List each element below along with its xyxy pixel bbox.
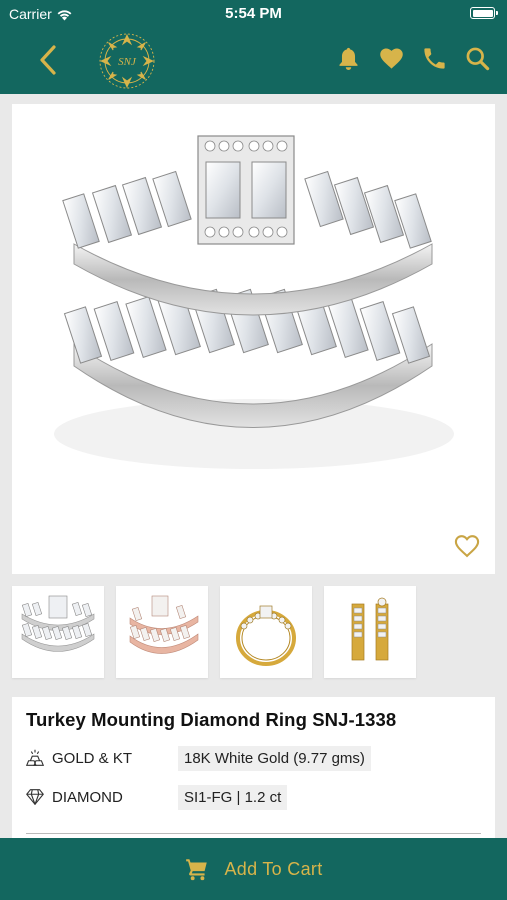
spec-label: DIAMOND [52,788,123,806]
nav-bar: SNJ [0,28,507,94]
diamond-icon [26,789,44,805]
status-bar: Carrier 5:54 PM [0,0,507,28]
status-time: 5:54 PM [225,5,282,22]
thumbnail-strip [12,586,416,678]
diamond-ring-set-image [54,135,454,469]
yellow-gold-band-thumb-image [351,597,389,661]
yellow-gold-ring-thumb-image [236,605,296,666]
thumbnail-yellow-gold-ring[interactable] [220,586,312,678]
thumbnail-yellow-gold-band-pair[interactable] [324,586,416,678]
product-title: Turkey Mounting Diamond Ring SNJ-1338 [26,709,397,730]
search-icon[interactable] [464,45,491,72]
top-bar: Carrier 5:54 PM SNJ [0,0,507,94]
divider [26,833,481,834]
add-to-cart-button[interactable]: Add To Cart [0,838,507,900]
gold-bars-icon [25,749,45,766]
main-product-image[interactable] [12,104,495,574]
spec-value: SI1-FG | 1.2 ct [178,784,288,810]
white-gold-ring-thumb-image [21,595,95,652]
favorite-heart-outline-icon[interactable] [453,532,481,560]
product-info-card: Turkey Mounting Diamond Ring SNJ-1338 GO… [12,697,495,847]
cart-icon [186,859,208,881]
back-arrow-icon[interactable] [34,42,64,78]
spec-value: 18K White Gold (9.77 gms) [178,745,371,771]
rose-gold-ring-thumb-image [129,595,199,654]
phone-icon[interactable] [421,45,448,72]
bell-icon[interactable] [335,45,362,72]
thumbnail-white-gold-ring-set[interactable] [12,586,104,678]
heart-icon[interactable] [378,45,405,72]
spec-diamond: DIAMOND SI1-FG | 1.2 ct [24,782,288,812]
brand-logo[interactable]: SNJ [98,32,156,90]
svg-text:SNJ: SNJ [118,56,137,68]
spec-gold-kt: GOLD & KT 18K White Gold (9.77 gms) [24,743,371,773]
add-to-cart-label: Add To Cart [224,858,323,879]
spec-label: GOLD & KT [52,749,133,767]
header-actions [335,45,491,72]
thumbnail-rose-gold-ring-set[interactable] [116,586,208,678]
battery-icon [470,7,498,19]
